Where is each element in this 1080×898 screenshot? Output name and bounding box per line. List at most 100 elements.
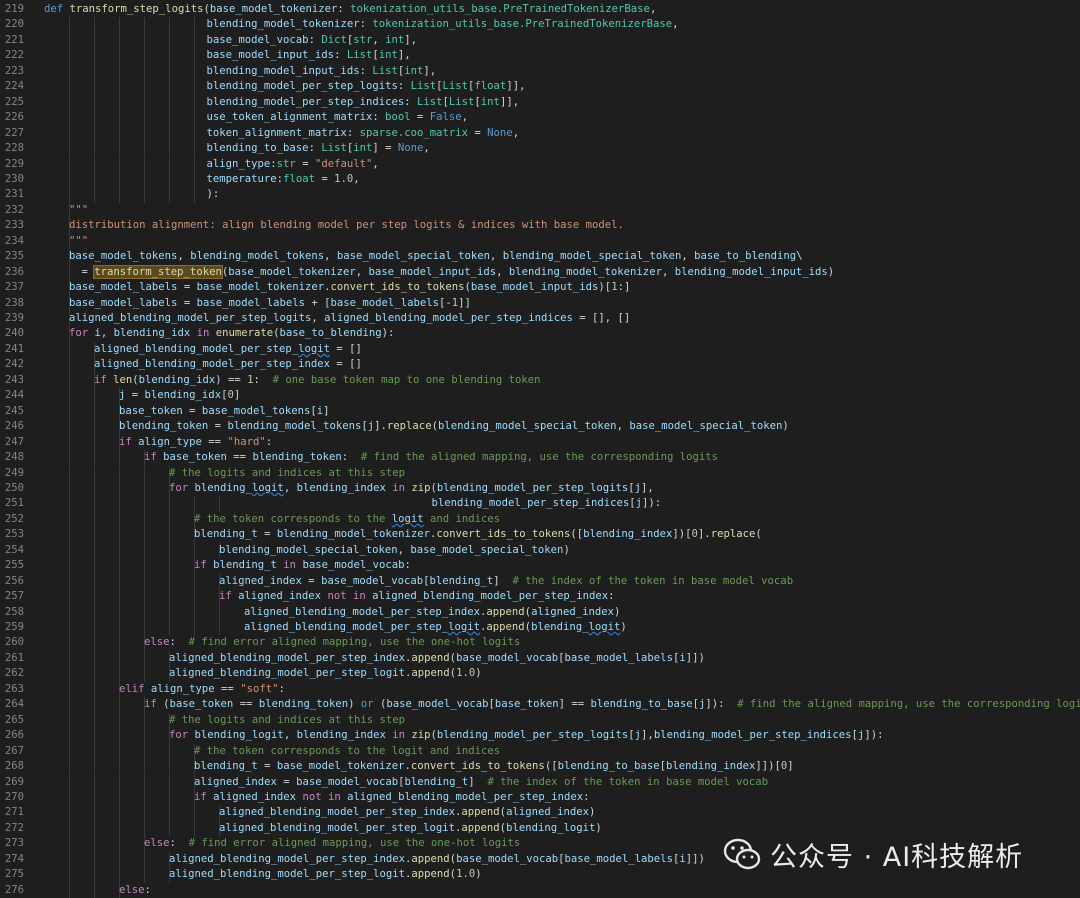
code-line[interactable]: 252 # the token corresponds to the logit … xyxy=(0,511,1080,528)
code-line[interactable]: 229 align_type:str = "default", xyxy=(0,156,1080,173)
code-token: = xyxy=(257,528,277,541)
code-line[interactable]: 263 elif align_type == "soft": xyxy=(0,681,1080,698)
indent-guide xyxy=(69,558,70,574)
code-line[interactable]: 251 blending_model_per_step_indices[j]): xyxy=(0,496,1080,512)
indent-guide xyxy=(144,63,145,80)
code-token: ] = xyxy=(372,142,398,155)
indent-guide xyxy=(69,17,70,33)
code-line[interactable]: 241 aligned_blending_model_per_step_logit… xyxy=(0,341,1080,358)
code-line[interactable]: 276 else: xyxy=(0,882,1080,898)
code-line[interactable]: 236 = transform_step_token(base_model_tok… xyxy=(0,264,1080,281)
code-line[interactable]: 262 aligned_blending_model_per_step_logit… xyxy=(0,666,1080,682)
indent-guide xyxy=(144,805,145,821)
code-token: aligned_blending_model_per_step_ xyxy=(244,621,449,633)
code-token: in xyxy=(276,559,303,572)
code-line[interactable]: 266 for blending_logit, blending_index in… xyxy=(0,728,1080,744)
code-token: ] xyxy=(468,775,488,788)
code-line[interactable]: 239 aligned_blending_model_per_step_logit… xyxy=(0,311,1080,327)
code-line[interactable]: 247 if align_type == "hard": xyxy=(0,434,1080,451)
indent-guide xyxy=(194,94,195,111)
code-line[interactable]: 253 blending_t = blending_model_tokenizer… xyxy=(0,527,1080,543)
code-line[interactable]: 222 base_model_input_ids: List[int], xyxy=(0,48,1080,64)
code-token: ]]) xyxy=(685,852,705,865)
code-token: if xyxy=(194,790,214,803)
code-line[interactable]: 226 use_token_alignment_matrix: bool = Fa… xyxy=(0,110,1080,126)
code-line[interactable]: 260 else: # find error aligned mapping, u… xyxy=(0,635,1080,651)
code-line[interactable]: 238 base_model_labels = base_model_labels… xyxy=(0,295,1080,312)
code-line[interactable]: 235 base_model_tokens, blending_model_tok… xyxy=(0,249,1080,265)
indent-guide xyxy=(144,867,145,883)
code-line[interactable]: 233 distribution alignment: align blendin… xyxy=(0,218,1080,234)
code-token: ]): xyxy=(864,729,884,742)
code-token: aligned_blending_model_per_step_logit xyxy=(169,868,405,881)
indent-guide xyxy=(194,620,195,636)
code-token: blending_index xyxy=(296,481,386,494)
code-token: logit xyxy=(448,621,480,633)
line-number: 247 xyxy=(4,435,24,448)
code-line[interactable]: 271 aligned_blending_model_per_step_index… xyxy=(0,805,1080,821)
code-line[interactable]: 265 # the logits and indices at this step xyxy=(0,712,1080,729)
code-token: base_model_labels xyxy=(564,651,673,664)
code-line[interactable]: 269 aligned_index = base_model_vocab[blen… xyxy=(0,774,1080,791)
indent-guide xyxy=(69,388,70,404)
code-line[interactable]: 255 if blending_t in base_model_vocab: xyxy=(0,558,1080,574)
code-text: blending_model_tokenizer: tokenization_u… xyxy=(207,17,679,33)
code-token: temperature xyxy=(206,172,277,185)
code-line[interactable]: 264 if (base_token == blending_token) or … xyxy=(0,697,1080,713)
line-number: 225 xyxy=(4,95,24,108)
code-line[interactable]: 231): xyxy=(0,187,1080,203)
code-editor[interactable]: 219 def transform_step_logits(base_model_… xyxy=(0,0,1080,898)
code-token: ) xyxy=(475,868,482,881)
code-text: = transform_step_token(base_model_tokeni… xyxy=(82,264,834,281)
code-line[interactable]: 256 aligned_index = base_model_vocab[blen… xyxy=(0,573,1080,590)
code-text: aligned_blending_model_per_step_logit.ap… xyxy=(244,620,627,636)
code-line[interactable]: 227 token_alignment_matrix: sparse.coo_ma… xyxy=(0,125,1080,142)
indent-guide xyxy=(69,635,70,651)
code-line[interactable]: 259 aligned_blending_model_per_step_logit… xyxy=(0,620,1080,636)
code-token: : xyxy=(334,49,347,62)
code-line[interactable]: 234 """ xyxy=(0,233,1080,250)
indent-guide xyxy=(144,573,145,590)
code-line[interactable]: 268 blending_t = base_model_tokenizer.con… xyxy=(0,759,1080,775)
code-line[interactable]: 225 blending_model_per_step_indices: List… xyxy=(0,94,1080,111)
code-line[interactable]: 248 if base_token == blending_token: # fi… xyxy=(0,450,1080,466)
indent-guide xyxy=(119,465,120,481)
indent-guide xyxy=(119,728,120,744)
code-line[interactable]: 240 for i, blending_idx in enumerate(base… xyxy=(0,326,1080,342)
code-line[interactable]: 250 for blending_logit, blending_index in… xyxy=(0,480,1080,497)
indent-guide xyxy=(69,712,70,729)
code-line[interactable]: 243 if len(blending_idx) == 1: # one base… xyxy=(0,372,1080,389)
code-line[interactable]: 230 temperature:float = 1.0, xyxy=(0,171,1080,188)
code-line[interactable]: 232 """ xyxy=(0,202,1080,219)
code-line[interactable]: 254 blending_model_special_token, base_mo… xyxy=(0,542,1080,559)
code-line[interactable]: 224 blending_model_per_step_logits: List[… xyxy=(0,79,1080,95)
code-line[interactable]: 257 if aligned_index not in aligned_blend… xyxy=(0,589,1080,605)
code-line[interactable]: 228 blending_to_base: List[int] = None, xyxy=(0,141,1080,157)
code-line[interactable]: 219 def transform_step_logits(base_model_… xyxy=(0,2,1080,18)
code-line[interactable]: 242 aligned_blending_model_per_step_index… xyxy=(0,357,1080,373)
code-line[interactable]: 245 base_token = base_model_tokens[i] xyxy=(0,403,1080,420)
code-token: sparse.coo_matrix xyxy=(359,126,469,139)
code-line[interactable]: 237 base_model_labels = base_model_tokeni… xyxy=(0,280,1080,296)
code-token: aligned_index xyxy=(219,574,302,587)
code-line[interactable]: 270 if aligned_index not in aligned_blend… xyxy=(0,789,1080,806)
code-line[interactable]: 249 # the logits and indices at this step xyxy=(0,465,1080,482)
code-text: blending_model_per_step_indices[j]): xyxy=(432,496,662,512)
code-line[interactable]: 267 # the token corresponds to the logit … xyxy=(0,743,1080,760)
line-number: 250 xyxy=(4,481,24,494)
code-line[interactable]: 221 base_model_vocab: Dict[str, int], xyxy=(0,32,1080,49)
code-token: base_model_labels xyxy=(69,281,178,294)
code-line[interactable]: 258 aligned_blending_model_per_step_index… xyxy=(0,604,1080,621)
code-token: zip xyxy=(411,481,431,494)
code-text: for blending_logit, blending_index in zi… xyxy=(169,481,654,497)
code-line[interactable]: 244 j = blending_idx[0] xyxy=(0,388,1080,404)
code-token: : xyxy=(346,126,360,139)
code-line[interactable]: 223 blending_model_input_ids: List[int], xyxy=(0,63,1080,80)
indent-guide xyxy=(144,558,145,574)
code-line[interactable]: 261 aligned_blending_model_per_step_index… xyxy=(0,650,1080,667)
code-token: aligned_blending_model_per_step_index xyxy=(219,806,455,819)
code-line[interactable]: 220 blending_model_tokenizer: tokenizatio… xyxy=(0,17,1080,33)
code-line[interactable]: 246 blending_token = blending_model_token… xyxy=(0,419,1080,435)
indent-guide xyxy=(94,110,95,126)
indent-guide xyxy=(194,156,195,172)
